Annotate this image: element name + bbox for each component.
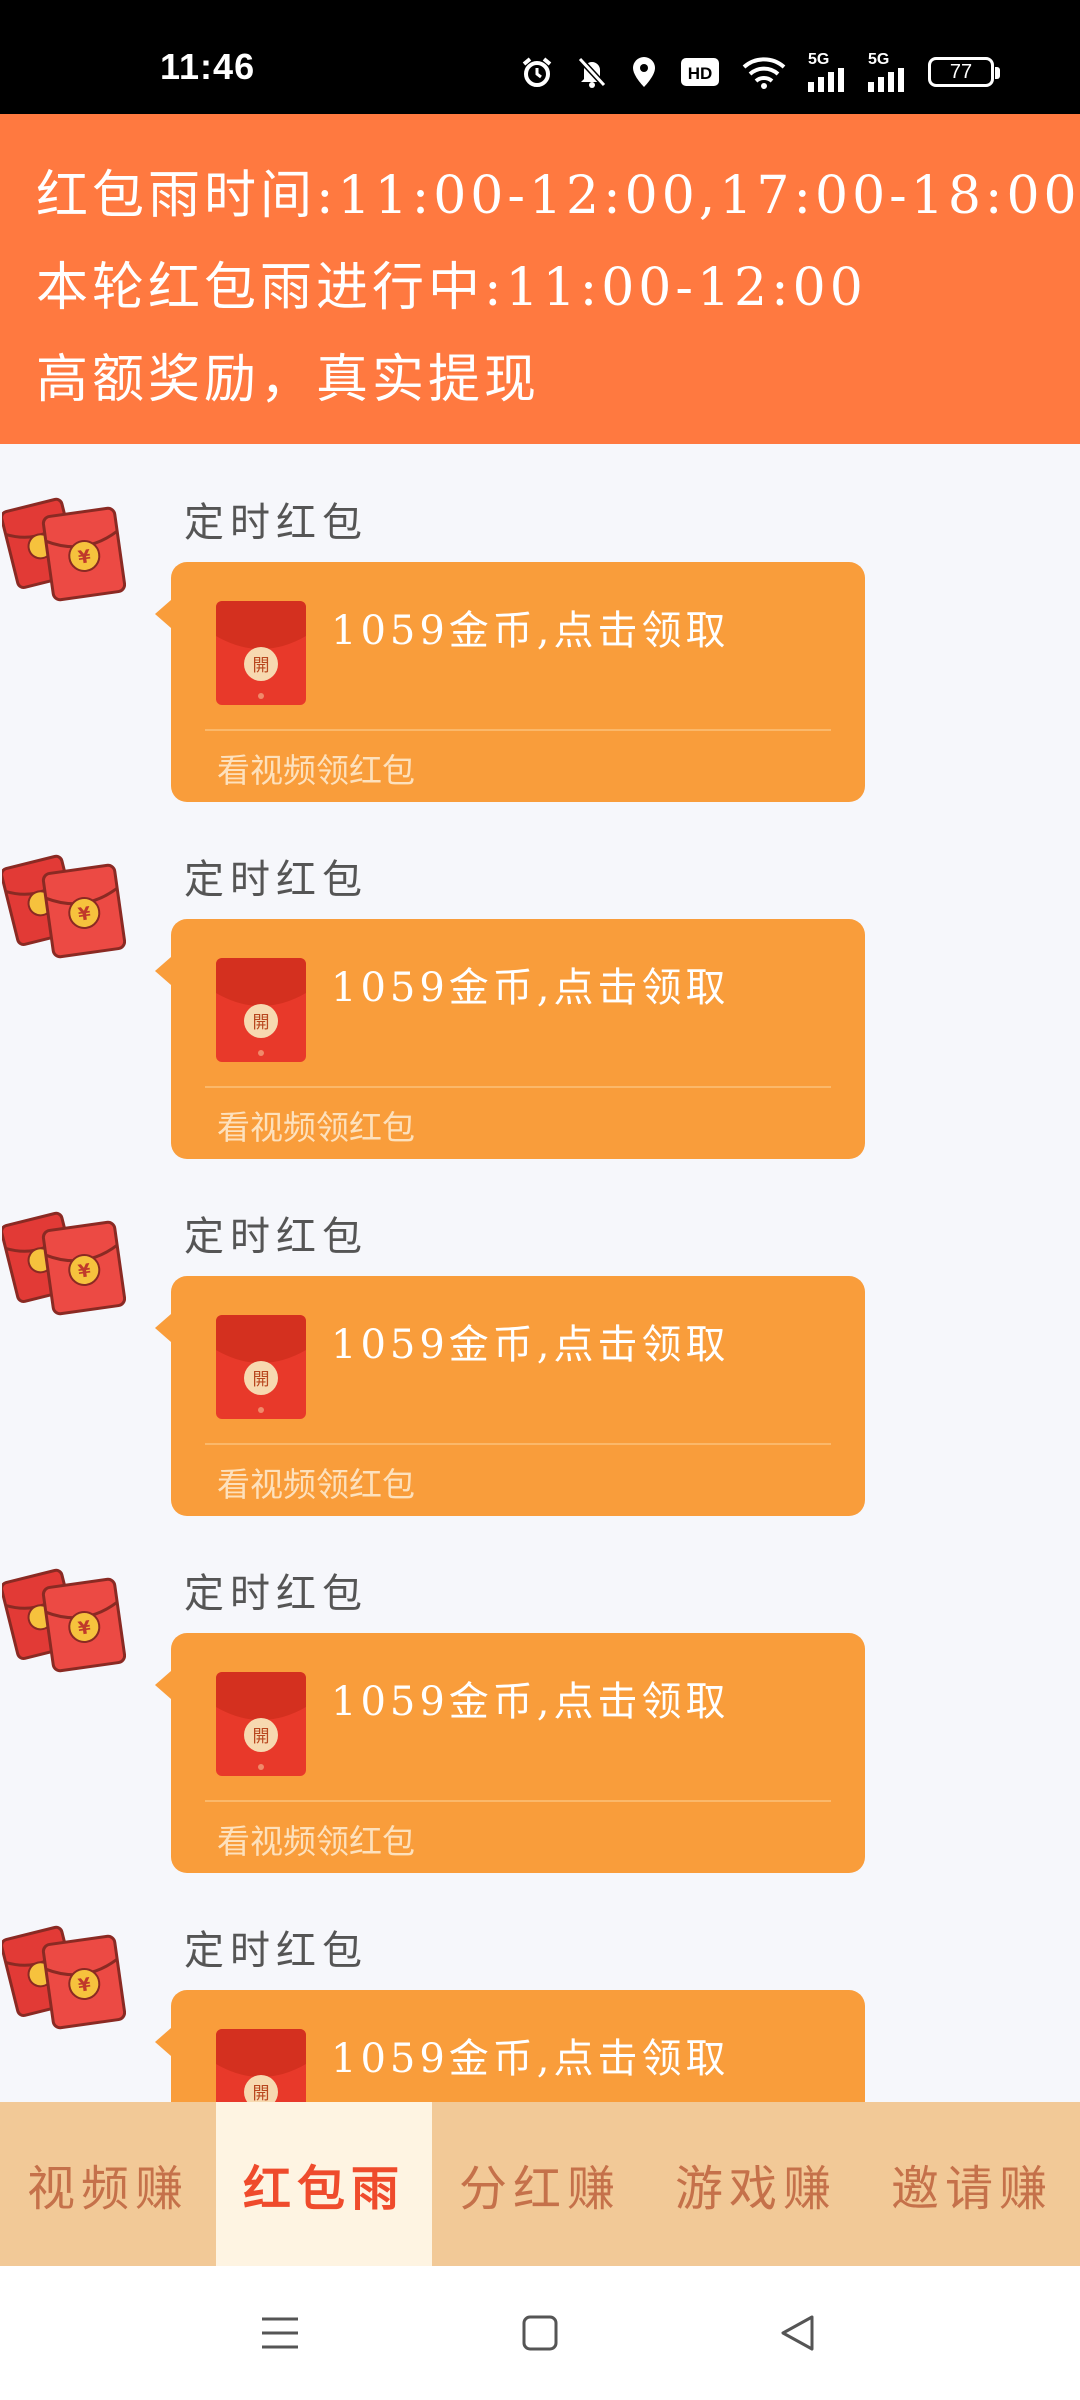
coin-reward-text: 1059金币,点击领取 [331,1679,730,1725]
rain-info-banner: 红包雨时间:11:00-12:00,17:00-18:00 本轮红包雨进行中:1… [0,114,1080,444]
list-item: ¥ 定时红包 開 1059金币,点击领取看视频领红包 [0,1158,1080,1516]
bottom-tab-bar: 视频赚 红包雨 分红赚 游戏赚 邀请赚 [0,2102,1080,2266]
banner-current-round: 本轮红包雨进行中:11:00-12:00 [36,258,867,318]
red-packet-card[interactable]: 開 1059金币,点击领取看视频领红包 [155,1276,865,1516]
sender-name: 定时红包 [184,1928,368,1974]
sender-name: 定时红包 [184,857,368,903]
banner-slogan: 高额奖励，真实提现 [36,350,541,410]
red-packet-card[interactable]: 開 1059金币,点击领取看视频领红包 [155,1990,865,2102]
battery-icon: 77 [928,57,1000,87]
tab-red-packet-rain[interactable]: 红包雨 [216,2102,432,2266]
status-icons: HD 5G 5G 77 [520,50,1000,94]
red-envelope-open-icon: 開 [215,1314,307,1420]
location-pin-icon [630,55,658,89]
svg-text:開: 開 [253,656,270,676]
back-triangle-icon[interactable] [770,2306,824,2360]
banner-schedule: 红包雨时间:11:00-12:00,17:00-18:00 [36,166,1080,226]
watch-video-label: 看视频领红包 [217,1108,415,1147]
red-packet-card[interactable]: 開 1059金币,点击领取看视频领红包 [155,919,865,1159]
hd-icon: HD [680,57,720,87]
red-envelope-open-icon: 開 [215,1671,307,1777]
red-packet-card[interactable]: 開 1059金币,点击领取看视频领红包 [155,562,865,802]
sender-name: 定时红包 [184,1571,368,1617]
battery-level: 77 [949,60,973,83]
red-envelope-open-icon: 開 [215,957,307,1063]
svg-text:開: 開 [253,1727,270,1747]
alarm-icon [520,55,554,89]
red-envelopes-icon: ¥ [0,1208,127,1316]
wifi-icon [742,55,786,89]
watch-video-label: 看视频领红包 [217,1822,415,1861]
bell-off-icon [576,55,608,89]
svg-text:開: 開 [253,1370,270,1390]
tab-invite-earn[interactable]: 邀请赚 [864,2102,1080,2266]
red-envelopes-icon: ¥ [0,494,127,602]
menu-icon[interactable] [253,2306,307,2360]
red-packet-card[interactable]: 開 1059金币,点击领取看视频领红包 [155,1633,865,1873]
divider [205,1443,831,1445]
tab-dividend-earn[interactable]: 分红赚 [432,2102,648,2266]
home-square-icon[interactable] [513,2306,567,2360]
list-item: ¥ 定时红包 開 1059金币,点击领取看视频领红包 [0,801,1080,1159]
svg-text:開: 開 [253,2084,270,2102]
red-envelopes-icon: ¥ [0,1565,127,1673]
coin-reward-text: 1059金币,点击领取 [331,608,730,654]
svg-text:HD: HD [688,64,713,83]
system-nav-bar [0,2266,1080,2400]
network-label: 5G [868,51,890,68]
svg-text:開: 開 [253,1013,270,1033]
red-envelope-open-icon: 開 [215,600,307,706]
divider [205,1086,831,1088]
status-time: 11:46 [160,46,256,87]
coin-reward-text: 1059金币,点击领取 [331,965,730,1011]
tab-video-earn[interactable]: 视频赚 [0,2102,216,2266]
divider [205,729,831,731]
red-envelopes-icon: ¥ [0,1922,127,2030]
red-packet-list[interactable]: ¥ 定时红包 開 1059金币,点击领取 看视频领红包 ¥ 定时红包 開 1059… [0,444,1080,2102]
coin-reward-text: 1059金币,点击领取 [331,1322,730,1368]
list-item: ¥ 定时红包 開 1059金币,点击领取看视频领红包 [0,1515,1080,1873]
coin-reward-text: 1059金币,点击领取 [331,2036,730,2082]
list-item: ¥ 定时红包 開 1059金币,点击领取看视频领红包 [0,1872,1080,2102]
divider [205,1800,831,1802]
red-envelope-open-icon: 開 [215,2028,307,2102]
list-item: ¥ 定时红包 開 1059金币,点击领取看视频领红包 [0,444,1080,802]
network-label: 5G [808,51,830,68]
signal-bars-icon: 5G [868,52,906,92]
watch-video-label: 看视频领红包 [217,1465,415,1504]
tab-game-earn[interactable]: 游戏赚 [648,2102,864,2266]
sender-name: 定时红包 [184,500,368,546]
screen: 11:46 HD 5G 5G 77 红包雨时间:11:00-12:00,17:0… [0,0,1080,2400]
sender-name: 定时红包 [184,1214,368,1260]
status-bar: 11:46 HD 5G 5G 77 [0,0,1080,114]
signal-bars-icon: 5G [808,52,846,92]
watch-video-label: 看视频领红包 [217,751,415,790]
red-envelopes-icon: ¥ [0,851,127,959]
